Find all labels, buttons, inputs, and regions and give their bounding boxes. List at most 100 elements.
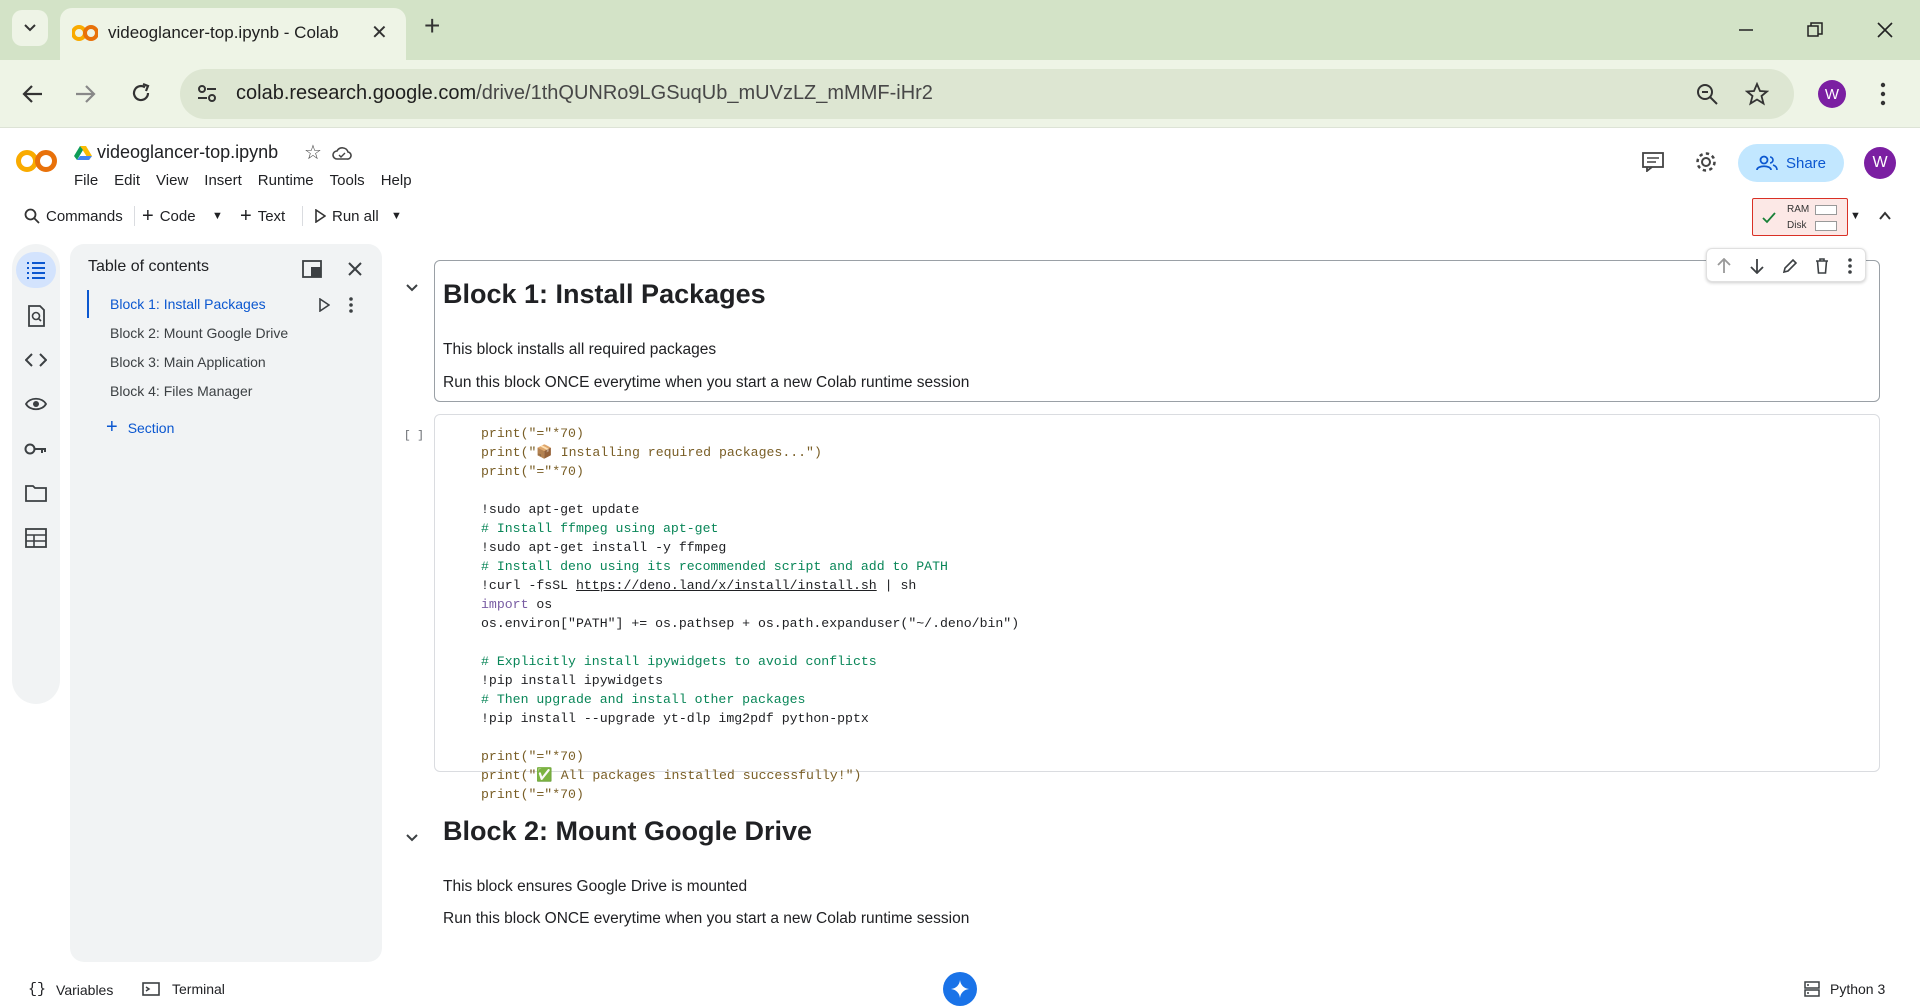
menu-view[interactable]: View [156, 172, 188, 189]
delete-trash-icon[interactable] [1815, 258, 1829, 274]
terminal-icon [142, 982, 160, 996]
star-icon[interactable]: ☆ [304, 140, 322, 165]
cell-more-icon[interactable] [1847, 258, 1853, 274]
code-dropdown-icon[interactable]: ▼ [212, 196, 223, 236]
account-avatar[interactable]: W [1864, 147, 1896, 179]
menu-file[interactable]: File [74, 172, 98, 189]
heading-block-2: Block 2: Mount Google Drive [443, 816, 813, 846]
code-label: Code [159, 207, 196, 225]
section-more-icon[interactable] [348, 297, 354, 313]
move-down-icon[interactable] [1750, 258, 1764, 274]
browser-tab-active[interactable]: videoglancer-top.ipynb - Colab ✕ [60, 8, 406, 60]
cell-run-indicator[interactable]: [ ] [404, 430, 424, 442]
variables-inspector-icon[interactable] [25, 395, 47, 413]
block-2-description-1: This block ensures Google Drive is mount… [443, 878, 748, 895]
commands-button[interactable]: Commands [24, 196, 123, 236]
toc-item-block-3[interactable]: Block 3: Main Application [110, 354, 266, 370]
collapse-section-icon[interactable] [406, 834, 418, 842]
runtime-type-indicator[interactable]: Python 3 [1804, 981, 1885, 997]
browser-toolbar: colab.research.google.com/drive/1thQUNRo… [0, 60, 1920, 128]
side-rail [12, 244, 60, 704]
terminal-label: Terminal [172, 981, 225, 997]
close-tab-icon[interactable]: ✕ [371, 20, 388, 45]
code-line: | sh [876, 578, 917, 593]
add-code-button[interactable]: + Code [142, 196, 196, 236]
toc-item-block-1[interactable]: Block 1: Install Packages [110, 296, 266, 312]
run-section-icon[interactable] [318, 298, 330, 312]
toc-title: Table of contents [88, 258, 209, 275]
secrets-key-icon[interactable] [24, 442, 48, 456]
code-editor[interactable]: print("="*70) print("📦 Installing requir… [481, 424, 1019, 804]
comments-icon[interactable] [1642, 152, 1664, 172]
close-panel-icon[interactable] [348, 262, 362, 276]
collapse-header-icon[interactable] [1878, 210, 1892, 222]
reload-icon[interactable] [130, 82, 152, 104]
resources-dropdown-icon[interactable]: ▼ [1850, 196, 1861, 236]
move-up-icon[interactable] [1717, 258, 1731, 274]
settings-gear-icon[interactable] [1694, 150, 1718, 174]
url-path: /drive/1thQUNRo9LGSuqUb_mUVzLZ_mMMF-iHr2 [476, 82, 933, 104]
code-line: !pip install ipywidgets [481, 673, 664, 688]
run-all-button[interactable]: Run all [314, 196, 379, 236]
code-line: print("="*70) [481, 749, 584, 764]
variables-button[interactable]: {} Variables [28, 981, 113, 998]
connected-check-icon [1762, 212, 1776, 224]
notebook-area: Block 1: Install Packages This block ins… [392, 244, 1920, 992]
server-icon [1804, 981, 1820, 997]
open-in-tab-icon[interactable] [302, 260, 322, 278]
menu-help[interactable]: Help [381, 172, 412, 189]
restore-icon[interactable] [1807, 22, 1823, 38]
code-line: print("="*70) [481, 464, 584, 479]
variables-braces-icon: {} [28, 981, 47, 998]
run-all-dropdown-icon[interactable]: ▼ [391, 196, 402, 236]
disk-bar [1815, 221, 1837, 231]
colab-app: videoglancer-top.ipynb ☆ File Edit View Ins… [0, 128, 1920, 1008]
toc-item-block-2[interactable]: Block 2: Mount Google Drive [110, 325, 288, 341]
new-tab-button[interactable]: + [424, 12, 440, 40]
code-line: !curl -fsSL [481, 578, 576, 593]
minimize-icon[interactable] [1738, 22, 1754, 38]
code-comment: # Explicitly install ipywidgets to avoid… [481, 654, 877, 669]
tab-search-button[interactable] [12, 10, 48, 46]
chevron-down-icon [24, 24, 36, 32]
share-button[interactable]: Share [1738, 144, 1844, 182]
gemini-button[interactable] [943, 972, 977, 1006]
code-line: !sudo apt-get update [481, 502, 640, 517]
menu-edit[interactable]: Edit [114, 172, 140, 189]
run-all-label: Run all [332, 207, 379, 225]
files-folder-icon[interactable] [25, 484, 47, 502]
code-comment: # Install deno using its recommended scr… [481, 559, 948, 574]
disk-label: Disk [1787, 220, 1807, 231]
bookmark-star-icon[interactable] [1745, 82, 1769, 106]
forward-arrow-icon[interactable] [74, 84, 96, 104]
gemini-spark-icon [951, 980, 969, 998]
find-replace-icon[interactable] [26, 305, 46, 327]
terminal-button[interactable]: Terminal [142, 981, 225, 997]
browser-profile-avatar[interactable]: W [1818, 80, 1846, 108]
resources-indicator[interactable]: RAM Disk [1752, 198, 1848, 236]
colab-logo[interactable] [16, 148, 58, 174]
code-cell-install[interactable]: print("="*70) print("📦 Installing requir… [434, 414, 1880, 802]
back-arrow-icon[interactable] [22, 84, 44, 104]
menu-tools[interactable]: Tools [330, 172, 365, 189]
edit-pencil-icon[interactable] [1782, 258, 1798, 274]
address-bar[interactable]: colab.research.google.com/drive/1thQUNRo… [180, 69, 1794, 119]
deno-install-link[interactable]: https://deno.land/x/install/install.sh [576, 578, 877, 593]
notebook-name[interactable]: videoglancer-top.ipynb [97, 142, 278, 163]
menu-runtime[interactable]: Runtime [258, 172, 314, 189]
data-table-icon[interactable] [25, 528, 47, 548]
browser-menu-icon[interactable] [1880, 82, 1886, 106]
menu-insert[interactable]: Insert [204, 172, 242, 189]
code-snippets-icon[interactable] [25, 352, 47, 368]
add-section-label: Section [127, 419, 175, 436]
site-info-icon[interactable] [196, 84, 218, 104]
text-cell-block-1[interactable]: Block 1: Install Packages This block ins… [434, 260, 1880, 402]
collapse-section-icon[interactable] [406, 284, 418, 292]
zoom-icon[interactable] [1696, 83, 1718, 105]
add-text-button[interactable]: + Text [240, 196, 285, 236]
add-section-button[interactable]: + Section [106, 416, 174, 439]
runtime-label: Python 3 [1830, 981, 1886, 997]
close-window-icon[interactable] [1876, 21, 1894, 39]
code-line: os.environ["PATH"] += os.pathsep + os.pa… [481, 616, 1020, 631]
toc-item-block-4[interactable]: Block 4: Files Manager [110, 383, 252, 399]
